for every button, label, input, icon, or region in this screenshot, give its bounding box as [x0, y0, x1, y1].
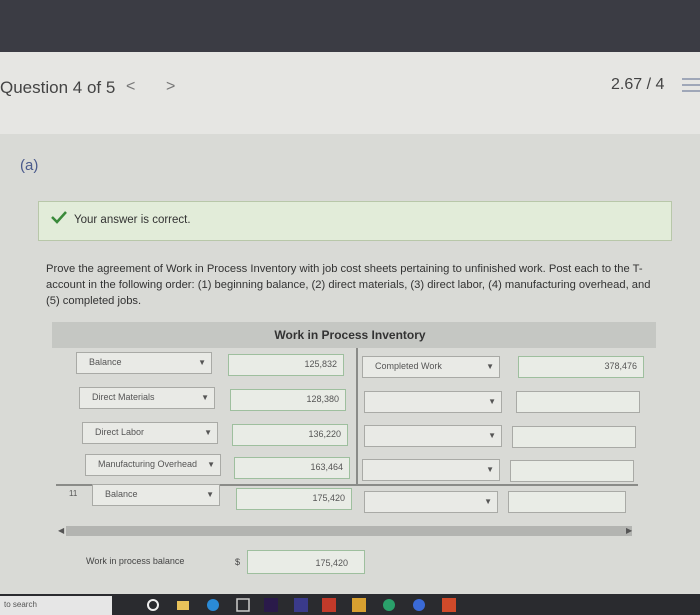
debit-amount-input[interactable]: 125,832 [228, 354, 344, 376]
select-value: Completed Work [375, 361, 442, 371]
chevron-down-icon: ▼ [207, 460, 215, 469]
chevron-down-icon: ▼ [206, 490, 214, 499]
premiere-icon[interactable] [264, 598, 278, 612]
credit-account-select[interactable]: ▼ [364, 391, 502, 413]
scroll-right-icon[interactable]: ▶ [626, 526, 632, 535]
chevron-down-icon: ▼ [486, 465, 494, 474]
debit-amount-input[interactable]: 128,380 [230, 389, 346, 411]
select-value: Balance [89, 357, 122, 367]
scroll-left-icon[interactable]: ◀ [58, 526, 64, 535]
credit-account-select[interactable]: Completed Work ▼ [362, 356, 500, 378]
browser-top-bar [0, 0, 700, 52]
chevron-down-icon: ▼ [204, 428, 212, 437]
horizontal-scrollbar[interactable] [66, 526, 632, 536]
chevron-down-icon: ▼ [198, 358, 206, 367]
t-account-title: Work in Process Inventory [274, 328, 426, 342]
chevron-down-icon: ▼ [486, 362, 494, 371]
balance-credit-amount-input[interactable] [508, 491, 626, 513]
instructions-text: Prove the agreement of Work in Process I… [46, 263, 651, 307]
question-label: Question 4 of 5 [0, 78, 116, 97]
app-icon[interactable] [352, 598, 366, 612]
store-icon[interactable] [236, 598, 250, 612]
part-label: (a) [20, 157, 39, 174]
check-icon [51, 211, 67, 224]
menu-icon[interactable] [682, 78, 700, 94]
debit-account-select[interactable]: Manufacturing Overhead ▼ [85, 454, 221, 476]
debit-account-select[interactable]: Balance ▼ [76, 352, 212, 374]
currency-symbol: $ [235, 557, 241, 567]
chevron-down-icon: ▼ [488, 397, 496, 406]
credit-account-select[interactable]: ▼ [362, 459, 500, 481]
previous-question-button[interactable]: < [126, 78, 135, 96]
edge-icon[interactable] [206, 598, 220, 612]
debit-amount-input[interactable]: 163,464 [234, 457, 350, 479]
score-display: 2.67 / 4 [611, 76, 665, 93]
balance-amount-input[interactable]: 175,420 [236, 488, 352, 510]
wip-balance-label: Work in process balance [86, 556, 185, 566]
chevron-down-icon: ▼ [484, 497, 492, 506]
t-account-divider [356, 348, 358, 484]
debit-account-select[interactable]: Direct Labor ▼ [82, 422, 218, 444]
credit-amount-input[interactable] [512, 426, 636, 448]
select-value: Direct Materials [92, 392, 155, 402]
balance-account-select[interactable]: Balance ▼ [92, 484, 220, 506]
credit-amount-input[interactable] [516, 391, 640, 413]
app-icon[interactable] [322, 598, 336, 612]
debit-amount-input[interactable]: 136,220 [232, 424, 348, 446]
select-value: Balance [105, 489, 138, 499]
app-icon[interactable] [294, 598, 308, 612]
credit-amount-input[interactable] [510, 460, 634, 482]
chevron-down-icon: ▼ [488, 431, 496, 440]
taskbar-search-input[interactable]: to search [0, 596, 112, 615]
balance-credit-select[interactable]: ▼ [364, 491, 498, 513]
app-icon[interactable] [412, 598, 426, 612]
chevron-down-icon: ▼ [201, 393, 209, 402]
app-icon[interactable] [442, 598, 456, 612]
row-number: 11 [69, 489, 78, 498]
select-value: Manufacturing Overhead [98, 459, 198, 469]
feedback-text: Your answer is correct. [74, 214, 191, 226]
credit-amount-input[interactable]: 378,476 [518, 356, 644, 378]
wip-balance-input[interactable]: 175,420 [247, 550, 365, 574]
app-icon[interactable] [382, 598, 396, 612]
credit-account-select[interactable]: ▼ [364, 425, 502, 447]
select-value: Direct Labor [95, 427, 145, 437]
file-explorer-icon[interactable] [176, 598, 190, 612]
cortana-icon[interactable] [146, 598, 160, 612]
next-question-button[interactable]: > [166, 78, 175, 96]
debit-account-select[interactable]: Direct Materials ▼ [79, 387, 215, 409]
